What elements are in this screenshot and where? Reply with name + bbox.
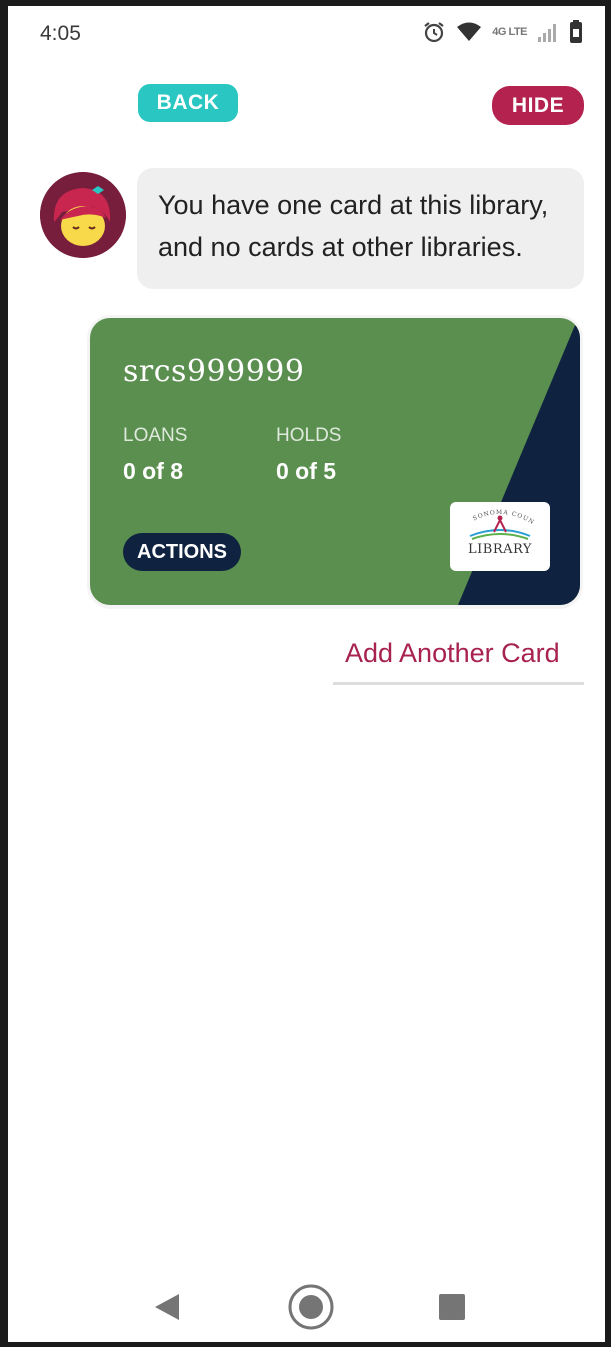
actions-button[interactable]: ACTIONS bbox=[123, 533, 241, 571]
message-line-2: and no cards at other libraries. bbox=[158, 232, 523, 262]
battery-icon bbox=[570, 20, 582, 43]
status-time: 4:05 bbox=[40, 22, 81, 45]
home-circle-icon bbox=[288, 1284, 334, 1330]
loans-label: LOANS bbox=[123, 425, 188, 446]
app-screen: 4:05 4G LTE BACK HIDE You have one card … bbox=[8, 6, 605, 1342]
card-number: srcs999999 bbox=[123, 354, 305, 389]
status-icons: 4G LTE bbox=[422, 20, 583, 44]
nav-back-button[interactable] bbox=[142, 1282, 192, 1332]
nav-home-button[interactable] bbox=[286, 1282, 336, 1332]
device-frame: 4:05 4G LTE BACK HIDE You have one card … bbox=[0, 0, 611, 1347]
libby-avatar-icon bbox=[40, 172, 126, 258]
hide-button[interactable]: HIDE bbox=[492, 86, 584, 125]
avatar bbox=[40, 172, 126, 258]
holds-value: 0 of 5 bbox=[276, 458, 337, 484]
library-name: LIBRARY bbox=[468, 542, 532, 557]
status-bar: 4:05 4G LTE bbox=[8, 6, 605, 62]
signal-icon bbox=[538, 24, 556, 42]
back-triangle-icon bbox=[155, 1294, 179, 1320]
back-button[interactable]: BACK bbox=[138, 84, 238, 122]
recents-square-icon bbox=[439, 1294, 465, 1320]
add-card-divider bbox=[333, 682, 584, 685]
message-line-1: You have one card at this library, bbox=[158, 190, 549, 220]
holds-label: HOLDS bbox=[276, 425, 342, 446]
message-bubble: You have one card at this library, and n… bbox=[137, 168, 584, 289]
library-logo-graphic: SONOMA COUNTY bbox=[447, 497, 536, 540]
wifi-icon bbox=[457, 22, 482, 41]
loans-value: 0 of 8 bbox=[123, 458, 184, 484]
library-logo: SONOMA COUNTY LIBRARY bbox=[447, 497, 550, 571]
add-another-card-link[interactable]: Add Another Card bbox=[345, 638, 560, 669]
library-arc-text: SONOMA COUNTY bbox=[450, 502, 536, 526]
network-label: 4G LTE bbox=[492, 26, 527, 38]
alarm-icon bbox=[424, 22, 444, 43]
library-card[interactable]: srcs999999 LOANS 0 of 8 HOLDS 0 of 5 ACT… bbox=[90, 318, 580, 605]
nav-recents-button[interactable] bbox=[427, 1282, 477, 1332]
